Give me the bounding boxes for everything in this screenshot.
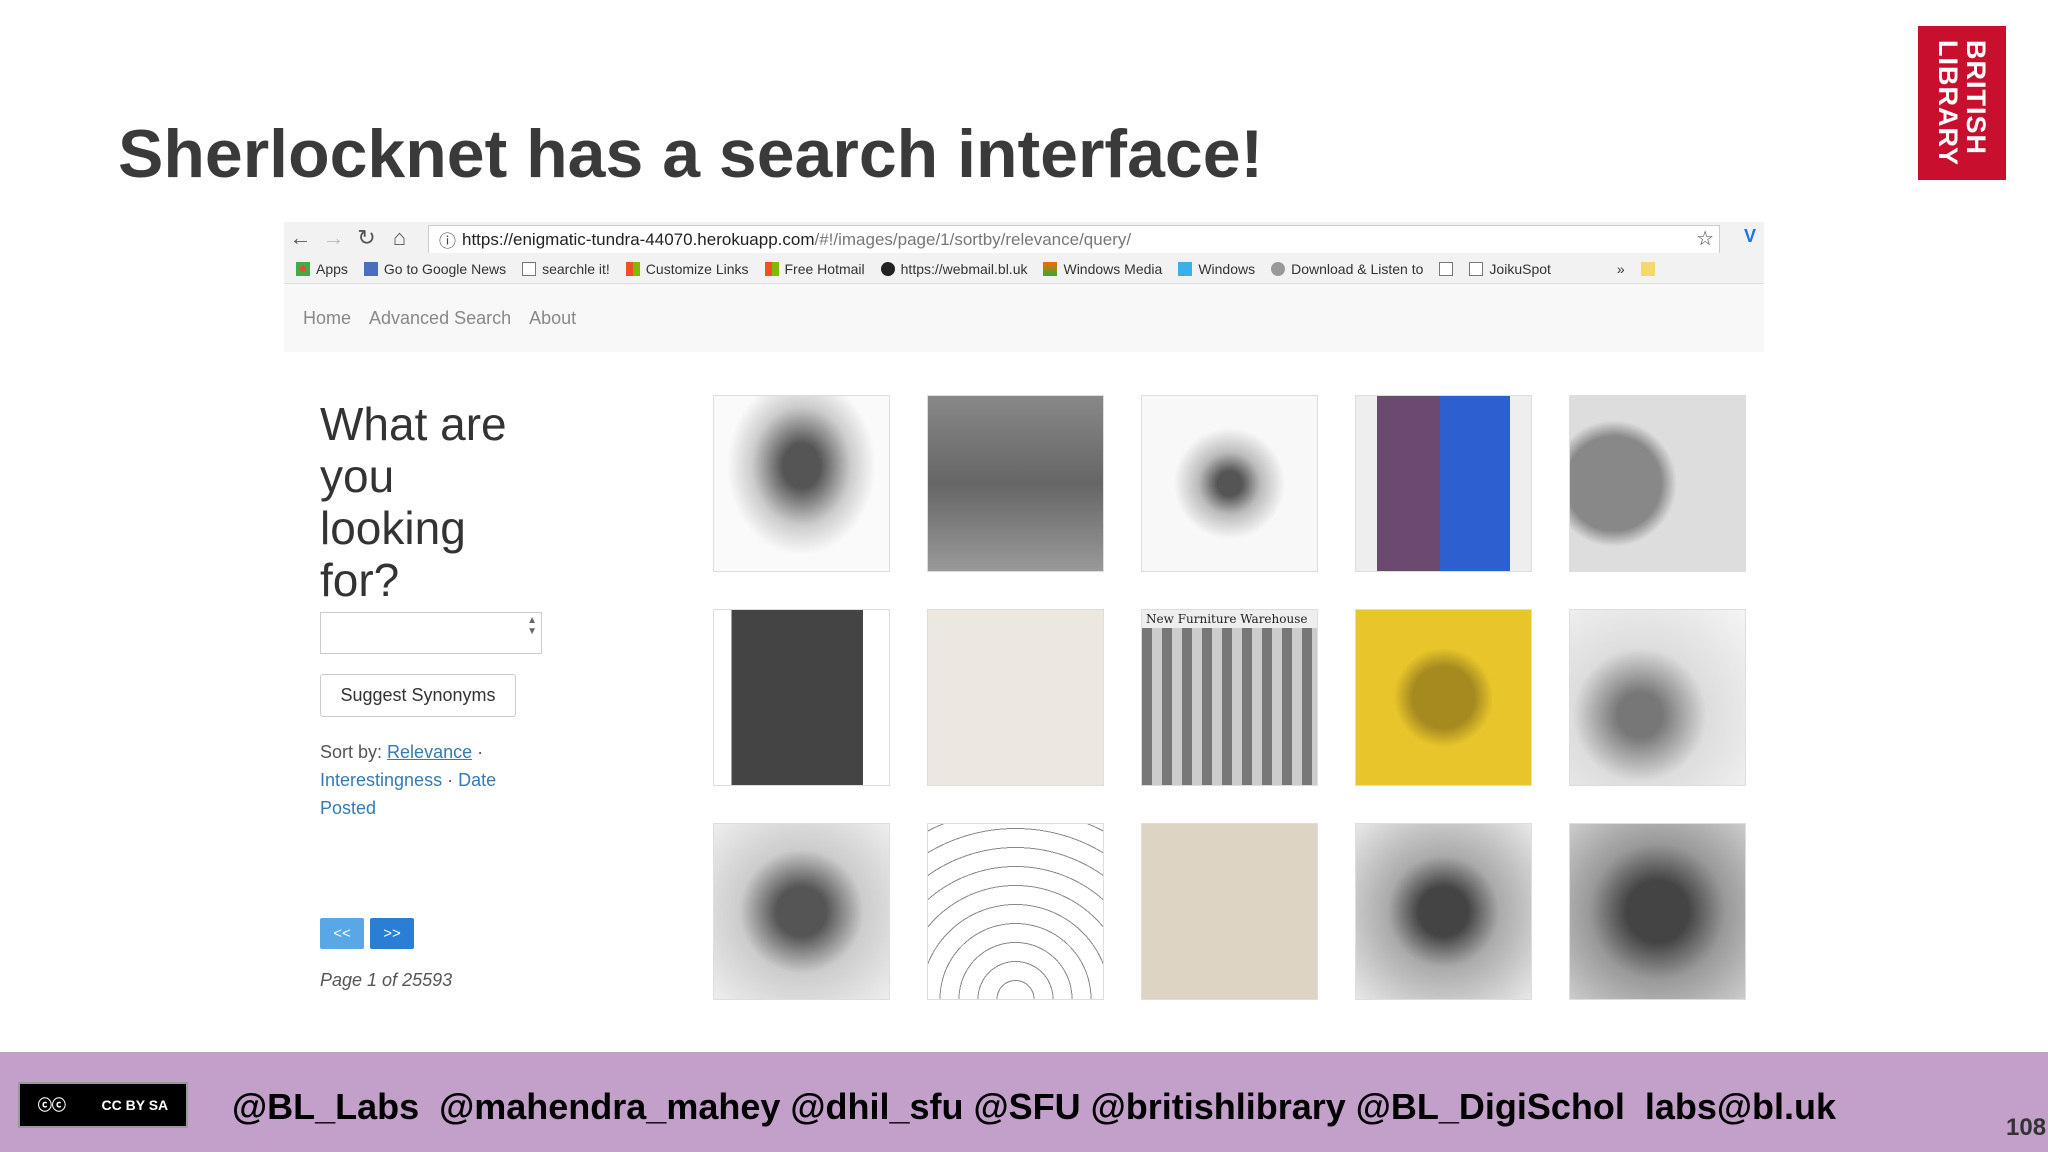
home-icon[interactable]: ⌂ xyxy=(383,225,416,251)
windows-logo-icon xyxy=(625,261,640,276)
sort-options: Sort by: Relevance · Interestingness · D… xyxy=(320,742,497,818)
url-input[interactable]: ⓘ https://enigmatic-tundra-44070.herokua… xyxy=(428,225,1720,253)
more-bookmarks-button[interactable]: » xyxy=(1617,261,1625,277)
bookmark-star-icon[interactable]: ☆ xyxy=(1696,226,1714,251)
forward-icon[interactable]: → xyxy=(317,225,350,251)
image-thumbnail[interactable] xyxy=(1141,395,1318,572)
sort-relevance[interactable]: Relevance xyxy=(387,742,472,762)
news-icon xyxy=(363,261,378,276)
image-thumbnail[interactable] xyxy=(1355,609,1532,786)
other-bookmarks-folder-icon[interactable] xyxy=(1640,261,1655,276)
suggest-synonyms-button[interactable]: Suggest Synonyms xyxy=(320,674,516,717)
image-thumbnail[interactable] xyxy=(713,609,890,786)
next-page-button[interactable]: >> xyxy=(370,918,414,949)
bookmark-searchle[interactable]: searchle it! xyxy=(522,261,610,277)
webmail-icon xyxy=(880,261,895,276)
contact-handles: @BL_Labs @mahendra_mahey @dhil_sfu @SFU … xyxy=(232,1086,1837,1127)
page-icon xyxy=(1439,261,1454,276)
bookmark-webmail[interactable]: https://webmail.bl.uk xyxy=(880,261,1027,277)
bookmark-joikuspot[interactable]: JoikuSpot xyxy=(1469,261,1551,277)
image-thumbnail[interactable] xyxy=(1355,395,1532,572)
reload-icon[interactable]: ↻ xyxy=(350,225,383,251)
windows-logo-icon xyxy=(764,261,779,276)
info-icon: ⓘ xyxy=(439,232,456,251)
nav-advanced-search[interactable]: Advanced Search xyxy=(369,308,511,329)
page-number: 108 xyxy=(2006,1114,2047,1141)
image-thumbnail[interactable] xyxy=(1569,823,1746,1000)
search-heading: What are you looking for? xyxy=(320,398,507,606)
image-thumbnail[interactable]: New Furniture Warehouse xyxy=(1141,609,1318,786)
slide-title: Sherlocknet has a search interface! xyxy=(118,116,1264,192)
nav-about[interactable]: About xyxy=(529,308,576,329)
extension-icon[interactable]: V xyxy=(1744,226,1756,247)
page-icon xyxy=(1469,261,1484,276)
apps-icon xyxy=(296,261,310,276)
image-grid: New Furniture Warehouse xyxy=(713,395,1746,1000)
bookmark-windows-media[interactable]: Windows Media xyxy=(1043,261,1162,277)
windows-flag-icon xyxy=(1043,261,1058,276)
spinner-icon[interactable]: ▲ ▼ xyxy=(527,615,537,637)
windows-icon xyxy=(1178,261,1193,276)
page-info: Page 1 of 25593 xyxy=(320,970,453,990)
cc-by-sa-license-icon: ⓒⓒ CC BY SA xyxy=(18,1082,188,1128)
address-bar-row: ← → ↻ ⌂ ⓘ https://enigmatic-tundra-44070… xyxy=(284,222,1764,254)
image-thumbnail[interactable] xyxy=(1569,609,1746,786)
bookmark-free-hotmail[interactable]: Free Hotmail xyxy=(764,261,865,277)
browser-window: ← → ↻ ⌂ ⓘ https://enigmatic-tundra-44070… xyxy=(284,222,1764,352)
image-thumbnail[interactable] xyxy=(927,823,1104,1000)
search-input[interactable]: ▲ ▼ xyxy=(320,612,542,654)
bookmark-untitled[interactable] xyxy=(1439,261,1454,276)
bookmark-windows[interactable]: Windows xyxy=(1178,261,1255,277)
bookmark-google-news[interactable]: Go to Google News xyxy=(363,261,506,277)
url-path: /#!/images/page/1/sortby/relevance/query… xyxy=(814,229,1132,249)
back-icon[interactable]: ← xyxy=(284,225,317,251)
bookmark-apps[interactable]: Apps xyxy=(296,261,348,277)
bookmarks-bar: Apps Go to Google News searchle it! Cust… xyxy=(284,254,1764,284)
image-thumbnail[interactable] xyxy=(1569,395,1746,572)
previous-page-button[interactable]: << xyxy=(320,918,364,949)
image-thumbnail[interactable] xyxy=(713,395,890,572)
image-thumbnail[interactable] xyxy=(927,609,1104,786)
image-thumbnail[interactable] xyxy=(1355,823,1532,1000)
pagination: << >> xyxy=(320,918,414,949)
image-thumbnail[interactable] xyxy=(1141,823,1318,1000)
globe-icon xyxy=(1271,261,1286,276)
nav-home[interactable]: Home xyxy=(303,308,351,329)
bookmark-customize-links[interactable]: Customize Links xyxy=(625,261,749,277)
sort-interestingness[interactable]: Interestingness xyxy=(320,770,442,790)
bookmark-download-listen[interactable]: Download & Listen to xyxy=(1271,261,1423,277)
british-library-logo: BRITISH LIBRARY xyxy=(1918,26,2006,180)
site-navbar: Home Advanced Search About xyxy=(284,284,1764,352)
url-host: https://enigmatic-tundra-44070.herokuapp… xyxy=(462,229,815,249)
sort-label: Sort by: xyxy=(320,742,383,762)
slide-footer: ⓒⓒ CC BY SA @BL_Labs @mahendra_mahey @dhi… xyxy=(0,1052,2048,1152)
warehouse-sign-text: New Furniture Warehouse xyxy=(1142,610,1317,628)
image-thumbnail[interactable] xyxy=(927,395,1104,572)
image-thumbnail[interactable] xyxy=(713,823,890,1000)
page-icon xyxy=(522,261,537,276)
